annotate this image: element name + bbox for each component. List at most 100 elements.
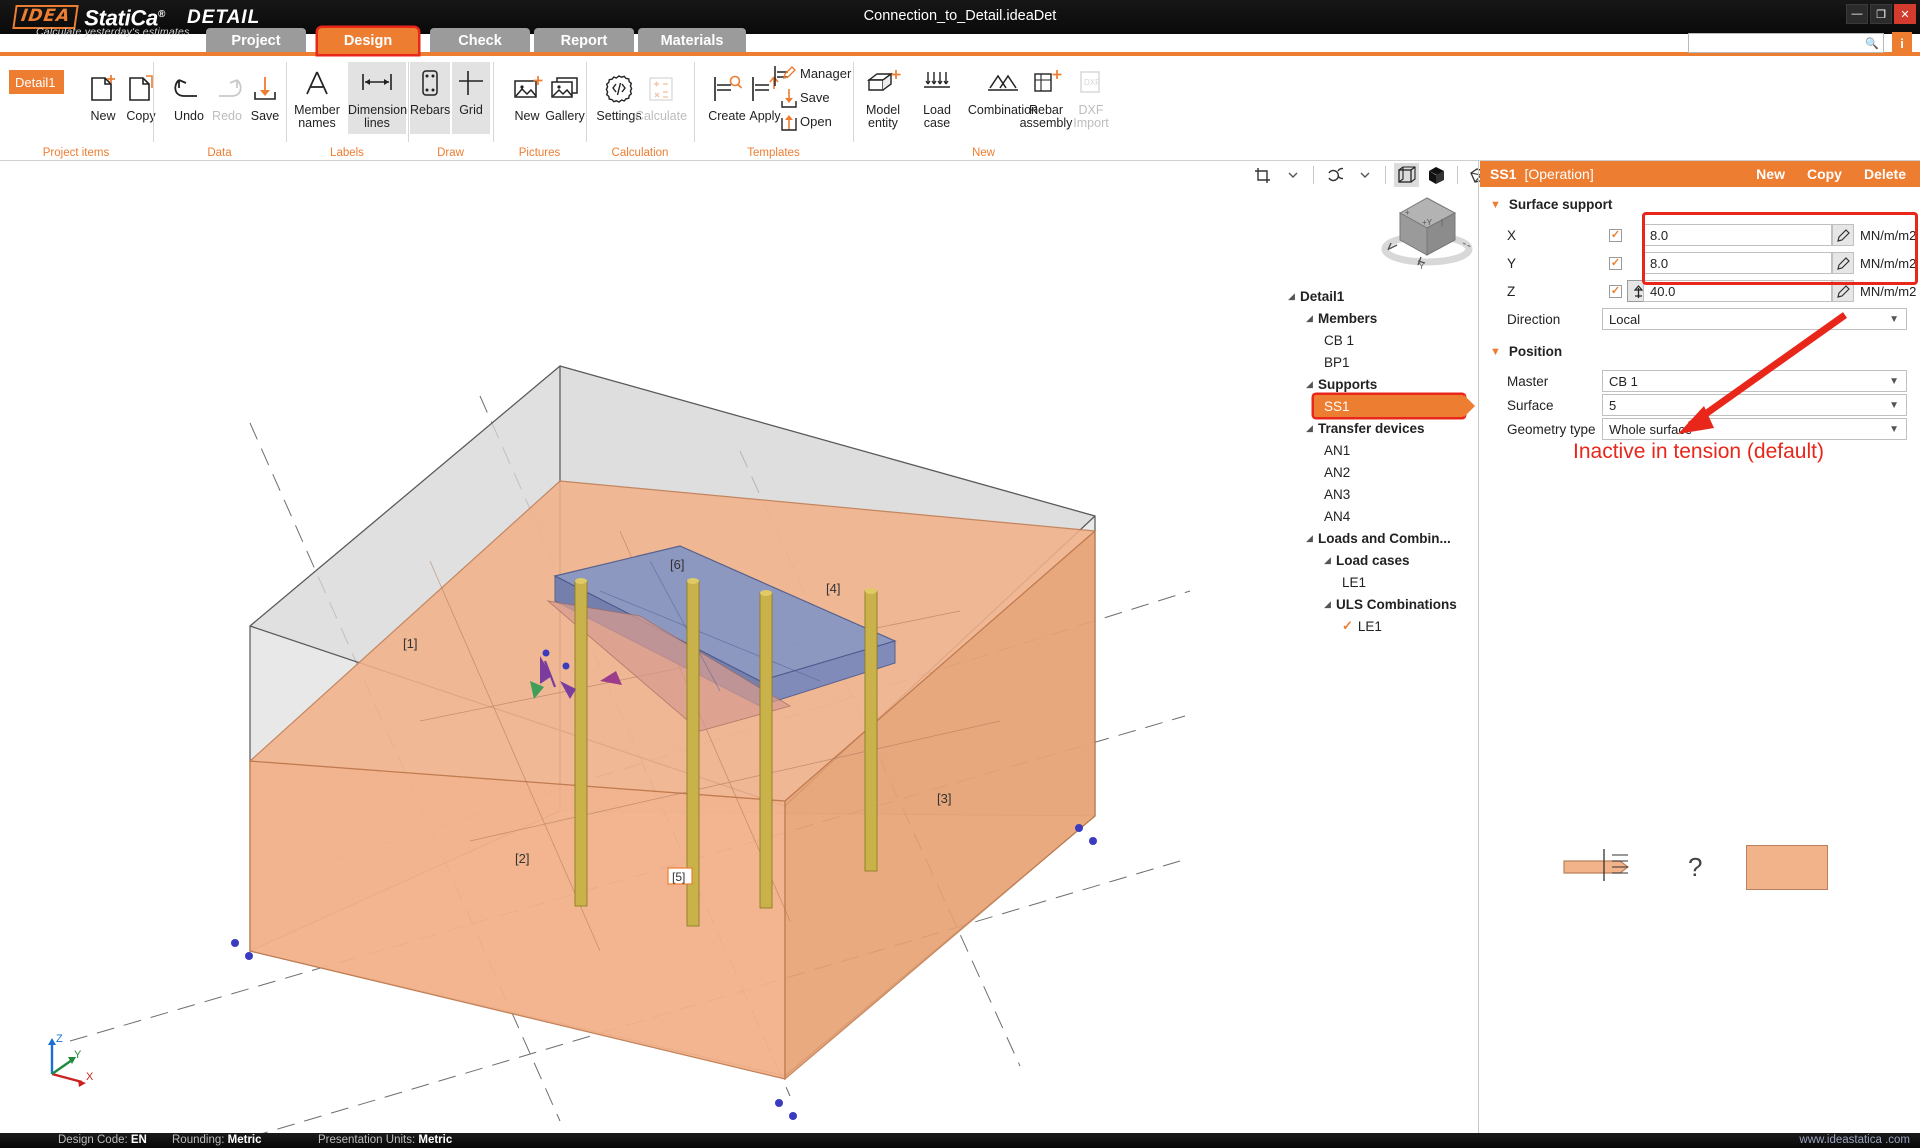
- expander-icon[interactable]: ◢: [1306, 379, 1318, 390]
- tree-item-label: Load cases: [1336, 553, 1410, 568]
- geometry-type-label: Geometry type: [1507, 422, 1596, 437]
- axis-label-x: X: [1507, 228, 1516, 243]
- ribbon-rebars[interactable]: Rebars: [410, 62, 450, 134]
- status-design-code: Design Code: EN: [58, 1134, 147, 1146]
- model-entity-box-icon: [855, 62, 911, 104]
- model-3d-scene: [1] [2] [3] [4] [6] [5]: [0, 161, 1480, 1133]
- checkmark-icon[interactable]: ✓: [1342, 618, 1353, 634]
- model-tree: ◢ Detail1 ◢ Members CB 1 BP1 ◢ Supports …: [1288, 285, 1473, 637]
- panel-entity-name: SS1: [1490, 166, 1516, 182]
- tree-item-label: Members: [1318, 311, 1377, 326]
- tree-item-an4[interactable]: AN4: [1288, 505, 1473, 527]
- search-input[interactable]: 🔍: [1688, 33, 1884, 53]
- section-surface-support[interactable]: ▼ Surface support: [1490, 197, 1612, 212]
- model-label-4: [4]: [826, 581, 840, 596]
- geometry-type-select[interactable]: Whole surface ▼: [1602, 418, 1907, 440]
- solid-cube-icon[interactable]: [1424, 163, 1449, 187]
- wireframe-cube-icon[interactable]: [1394, 163, 1419, 187]
- edit-pencil-icon-z[interactable]: [1832, 280, 1854, 302]
- tree-item-an1[interactable]: AN1: [1288, 439, 1473, 461]
- tree-item-uls-combinations[interactable]: ◢ ULS Combinations: [1288, 593, 1473, 615]
- section-position[interactable]: ▼ Position: [1490, 344, 1562, 359]
- svg-text:X: X: [86, 1071, 94, 1083]
- tab-design[interactable]: Design: [318, 28, 418, 54]
- expander-icon[interactable]: ◢: [1324, 599, 1336, 610]
- surface-label: Surface: [1507, 398, 1554, 413]
- panel-divider: [1478, 161, 1479, 1133]
- expander-icon[interactable]: ◢: [1306, 533, 1318, 544]
- edit-pencil-icon-y[interactable]: [1832, 252, 1854, 274]
- status-presentation-units: Presentation Units: Metric: [318, 1134, 452, 1146]
- chevron-down-icon: ▼: [1889, 400, 1899, 411]
- navigation-cube[interactable]: + +Y | Y: [1375, 185, 1480, 270]
- detail-selector[interactable]: Detail1 ▼: [9, 70, 64, 94]
- stiffness-y-checkbox[interactable]: ✓: [1609, 257, 1622, 270]
- rounding-value: Metric: [228, 1134, 262, 1146]
- stiffness-y-input[interactable]: 8.0: [1643, 252, 1832, 274]
- svg-text:|: |: [1441, 218, 1443, 227]
- tree-item-bp1[interactable]: BP1: [1288, 351, 1473, 373]
- tree-item-label: Transfer devices: [1318, 421, 1425, 436]
- tree-item-cb1[interactable]: CB 1: [1288, 329, 1473, 351]
- expander-icon[interactable]: ◢: [1324, 555, 1336, 566]
- crop-dropdown[interactable]: [1280, 163, 1305, 187]
- delete-button[interactable]: Delete: [1864, 166, 1906, 182]
- info-button[interactable]: i: [1892, 32, 1912, 54]
- tree-item-detail1[interactable]: ◢ Detail1: [1288, 285, 1473, 307]
- ribbon-item-label: Loadcase: [913, 104, 961, 130]
- tree-item-ss1[interactable]: SS1: [1314, 395, 1464, 417]
- tree-item-uls-le1[interactable]: ✓ LE1: [1288, 615, 1473, 637]
- tab-report[interactable]: Report: [534, 28, 634, 54]
- ribbon-dimension-lines[interactable]: Dimensionlines: [348, 62, 406, 134]
- tree-item-an3[interactable]: AN3: [1288, 483, 1473, 505]
- model-viewport[interactable]: [1] [2] [3] [4] [6] [5]: [0, 161, 1480, 1133]
- website-link[interactable]: www.ideastatica .com: [1799, 1134, 1910, 1146]
- ribbon-load-case[interactable]: Loadcase: [913, 62, 961, 134]
- tab-materials[interactable]: Materials: [638, 28, 746, 54]
- axis-triad: Z X Y: [26, 1020, 96, 1090]
- tree-item-loads-and-combinations[interactable]: ◢ Loads and Combin...: [1288, 527, 1473, 549]
- minimize-button[interactable]: —: [1846, 4, 1868, 24]
- tree-item-an2[interactable]: AN2: [1288, 461, 1473, 483]
- ribbon-model-entity[interactable]: Modelentity: [855, 62, 911, 134]
- tab-project[interactable]: Project: [206, 28, 306, 54]
- surface-row: Surface 5 ▼: [1480, 393, 1920, 417]
- expander-icon[interactable]: ◢: [1306, 313, 1318, 324]
- stiffness-x-input[interactable]: 8.0: [1643, 224, 1832, 246]
- template-open-link[interactable]: Open: [800, 114, 832, 129]
- chevron-down-icon: ▼: [1490, 346, 1501, 358]
- surface-select[interactable]: 5 ▼: [1602, 394, 1907, 416]
- tree-item-supports[interactable]: ◢ Supports: [1288, 373, 1473, 395]
- tree-item-load-cases[interactable]: ◢ Load cases: [1288, 549, 1473, 571]
- master-select[interactable]: CB 1 ▼: [1602, 370, 1907, 392]
- tree-item-load-case-le1[interactable]: LE1: [1288, 571, 1473, 593]
- svg-text:DXF: DXF: [1084, 78, 1100, 87]
- help-question-mark[interactable]: ?: [1688, 852, 1702, 883]
- rebar-assembly-icon: [1018, 62, 1074, 104]
- tree-item-members[interactable]: ◢ Members: [1288, 307, 1473, 329]
- stiffness-z-checkbox[interactable]: ✓: [1609, 285, 1622, 298]
- ribbon-grid[interactable]: Grid: [452, 62, 490, 134]
- stiffness-x-checkbox[interactable]: ✓: [1609, 229, 1622, 242]
- rotate-dropdown[interactable]: [1352, 163, 1377, 187]
- crop-tool[interactable]: [1250, 163, 1275, 187]
- ribbon-rebar-assembly[interactable]: Rebarassembly: [1018, 62, 1074, 134]
- expander-icon[interactable]: ◢: [1306, 423, 1318, 434]
- edit-pencil-icon-x[interactable]: [1832, 224, 1854, 246]
- model-label-3: [3]: [937, 791, 951, 806]
- tree-item-transfer-devices[interactable]: ◢ Transfer devices: [1288, 417, 1473, 439]
- stiffness-z-input[interactable]: 40.0: [1643, 280, 1832, 302]
- new-button[interactable]: New: [1756, 166, 1785, 182]
- close-button[interactable]: ✕: [1894, 4, 1916, 24]
- stiffness-row-x: X ✓ 8.0 MN/m/m2: [1480, 223, 1920, 247]
- tab-check[interactable]: Check: [430, 28, 530, 54]
- copy-button[interactable]: Copy: [1807, 166, 1842, 182]
- template-manager-link[interactable]: Manager: [800, 66, 851, 81]
- rotate-tool[interactable]: [1322, 163, 1347, 187]
- tree-item-label: AN2: [1324, 465, 1350, 480]
- direction-select[interactable]: Local ▼: [1602, 308, 1907, 330]
- ribbon-member-names[interactable]: Membernames: [288, 62, 346, 134]
- expander-icon[interactable]: ◢: [1288, 291, 1300, 302]
- maximize-button[interactable]: ❐: [1870, 4, 1892, 24]
- template-save-link[interactable]: Save: [800, 90, 830, 105]
